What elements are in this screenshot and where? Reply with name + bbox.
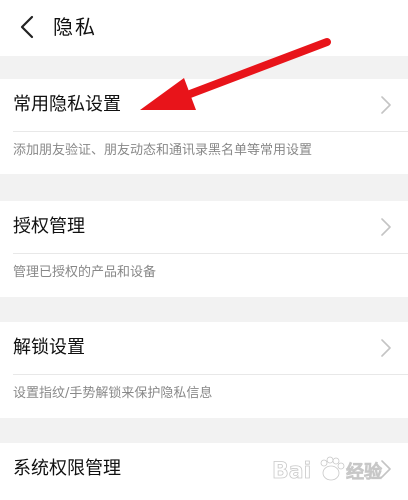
chevron-right-icon xyxy=(381,96,391,114)
row-description: 管理已授权的产品和设备 xyxy=(13,265,157,280)
system-permissions-item[interactable]: 系统权限管理 xyxy=(0,443,408,495)
row-label: 常用隐私设置 xyxy=(13,94,121,115)
chevron-right-icon xyxy=(381,218,391,236)
section-unlock: 解锁设置 设置指纹/手势解锁来保护隐私信息 xyxy=(0,322,408,418)
unlock-settings-item[interactable]: 解锁设置 xyxy=(0,322,408,374)
section-system-permissions: 系统权限管理 xyxy=(0,443,408,500)
row-description: 添加朋友验证、朋友动态和通讯录黑名单等常用设置 xyxy=(13,143,313,158)
row-label: 系统权限管理 xyxy=(13,458,121,479)
back-button[interactable] xyxy=(14,12,40,42)
chevron-right-icon xyxy=(381,339,391,357)
section-authorization: 授权管理 管理已授权的产品和设备 xyxy=(0,201,408,297)
header-bar: 隐私 xyxy=(0,0,408,56)
row-label: 解锁设置 xyxy=(13,337,85,358)
divider xyxy=(13,253,408,254)
chevron-left-icon xyxy=(20,15,34,39)
privacy-settings-screen: 隐私 常用隐私设置 添加朋友验证、朋友动态和通讯录黑名单等常用设置 授权管理 管… xyxy=(0,0,408,500)
page-title: 隐私 xyxy=(53,15,97,39)
divider xyxy=(13,374,408,375)
row-description: 设置指纹/手势解锁来保护隐私信息 xyxy=(13,386,213,401)
chevron-right-icon xyxy=(381,460,391,478)
row-label: 授权管理 xyxy=(13,216,85,237)
section-common-privacy: 常用隐私设置 添加朋友验证、朋友动态和通讯录黑名单等常用设置 xyxy=(0,79,408,174)
authorization-management-item[interactable]: 授权管理 xyxy=(0,201,408,253)
divider xyxy=(13,131,408,132)
common-privacy-settings-item[interactable]: 常用隐私设置 xyxy=(0,79,408,131)
